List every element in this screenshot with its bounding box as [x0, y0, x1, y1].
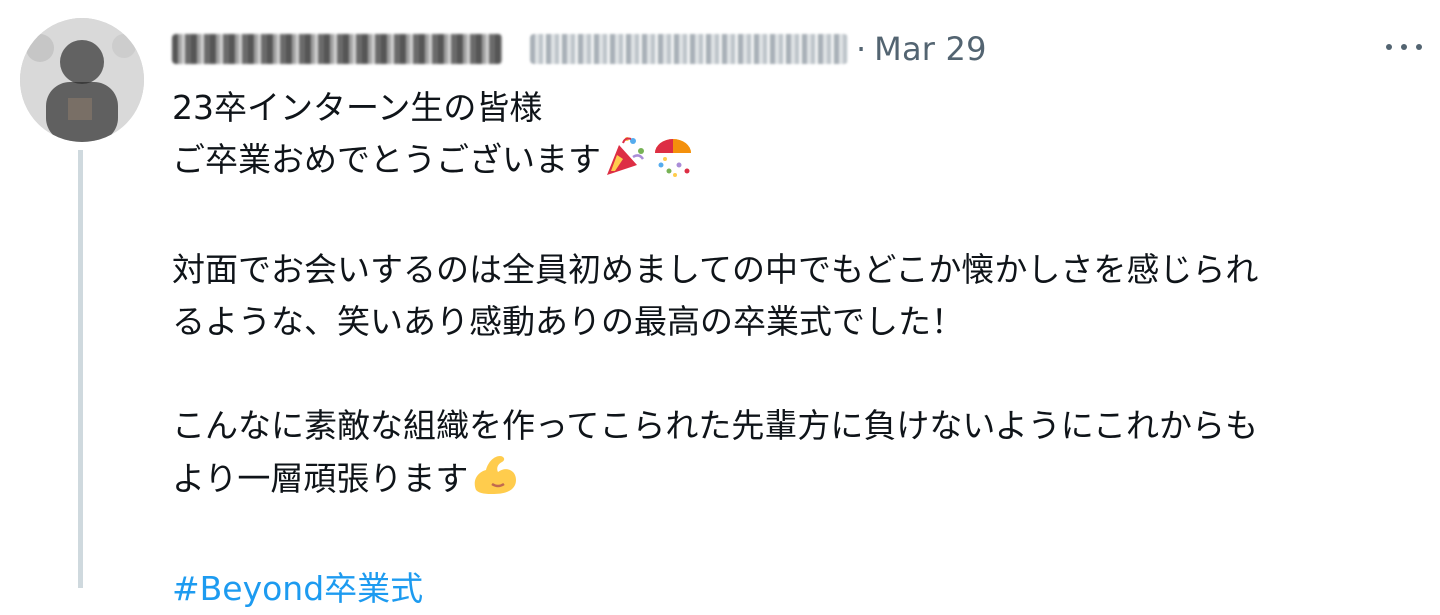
tweet-line: るような、笑いあり感動ありの最高の卒業式でした！	[172, 302, 964, 341]
hashtag-link[interactable]: #Beyond卒業式	[172, 563, 1412, 615]
thread-line	[78, 150, 83, 588]
tweet-header: · Mar 29	[172, 24, 987, 74]
tweet-line: 23卒インターン生の皆様	[172, 88, 543, 127]
party-popper-icon	[603, 135, 647, 192]
flexed-biceps-icon	[470, 452, 517, 511]
separator-dot: ·	[856, 30, 867, 68]
tweet-line: こんなに素敵な組織を作ってこられた先輩方に負けないようにこれからも	[172, 406, 1259, 445]
tweet-line: より一層頑張ります	[172, 459, 469, 498]
tweet-text: 23卒インターン生の皆様 ご卒業おめでとうございます 対面でお会いするのは全員初…	[172, 82, 1412, 615]
avatar-image	[20, 18, 144, 142]
handle-redacted[interactable]	[530, 34, 848, 64]
display-name-redacted[interactable]	[172, 34, 502, 64]
tweet-line-with-emoji: ご卒業おめでとうございます	[172, 134, 1412, 192]
tweet-line-with-emoji: より一層頑張ります	[172, 452, 1412, 511]
tweet-line: ご卒業おめでとうございます	[172, 140, 601, 179]
more-options-icon[interactable]	[1382, 28, 1426, 68]
confetti-ball-icon	[649, 135, 697, 192]
tweet-date[interactable]: Mar 29	[874, 30, 986, 68]
avatar[interactable]	[20, 18, 144, 142]
tweet-line: 対面でお会いするのは全員初めましての中でもどこか懐かしさを感じられ	[172, 250, 1259, 289]
